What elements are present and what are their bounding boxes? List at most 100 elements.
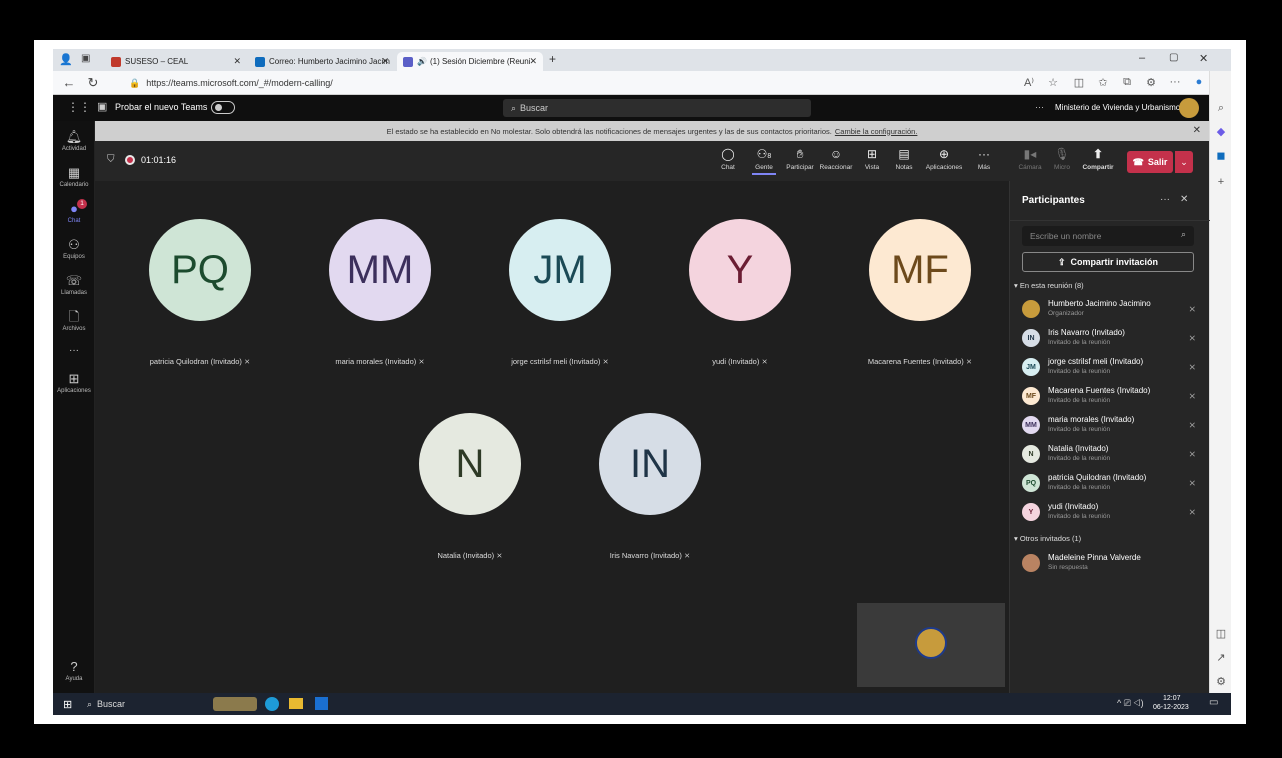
rail-activity[interactable]: 🔔︎ Actividad — [53, 129, 95, 152]
participant-avatar: N — [1022, 445, 1040, 463]
raise-hand-button[interactable]: ✋︎ Participar — [781, 147, 819, 171]
mic-off-icon: ⨯ — [1188, 333, 1196, 343]
chat-badge: 1 — [77, 199, 87, 209]
self-avatar — [915, 627, 947, 659]
close-tab-icon[interactable]: ✕ — [233, 56, 241, 67]
participant-row[interactable]: JM jorge cstrilsf meli (Invitado) Invita… — [1022, 355, 1204, 381]
invited-person-row[interactable]: Madeleine Pinna Valverde Sin respuesta — [1022, 551, 1204, 577]
outlook-taskbar-icon[interactable] — [315, 697, 328, 710]
tab-actions-icon[interactable]: ▣ — [81, 53, 90, 64]
participant-row[interactable]: N Natalia (Invitado) Invitado de la reun… — [1022, 442, 1204, 468]
participant-row[interactable]: MM maria morales (Invitado) Invitado de … — [1022, 413, 1204, 439]
chat-button[interactable]: ◯ Chat — [709, 147, 747, 171]
recording-icon — [125, 155, 135, 165]
split-screen-icon[interactable]: ◫ — [1071, 76, 1087, 89]
widgets-icon[interactable] — [213, 697, 257, 711]
tab-suseso[interactable]: SUSESO – CEAL ✕ — [105, 52, 247, 71]
tray-icons[interactable]: ^ ⎚ ◁) — [1117, 698, 1144, 709]
shopping-icon[interactable]: ◆ — [1214, 125, 1228, 139]
close-notice-icon[interactable]: ✕ — [1193, 125, 1201, 136]
participant-tile[interactable]: Y yudi (Invitado) ⨯ — [670, 219, 810, 366]
close-tab-icon[interactable]: ✕ — [529, 56, 537, 67]
mic-off-icon: ⨯ — [1188, 362, 1196, 372]
rail-files[interactable]: 🗋 Archivos — [53, 309, 95, 332]
share-button[interactable]: ⬆ Compartir — [1079, 147, 1117, 171]
participant-row[interactable]: Y yudi (Invitado) Invitado de la reunión… — [1022, 500, 1204, 526]
react-button[interactable]: ☺ Reaccionar — [817, 147, 855, 171]
favorites-icon[interactable]: ✩ — [1095, 76, 1111, 89]
rail-teams[interactable]: ⚇ Equipos — [53, 237, 95, 260]
profile-icon[interactable]: 👤 — [59, 53, 73, 66]
close-tab-icon[interactable]: ✕ — [381, 56, 389, 67]
refresh-icon[interactable]: ↻ — [85, 75, 101, 91]
extensions-icon[interactable]: ⚙ — [1143, 76, 1159, 89]
file-explorer-icon[interactable] — [289, 698, 303, 709]
url-field[interactable]: 🔒 https://teams.microsoft.com/_#/modern-… — [129, 74, 1009, 92]
tab-outlook[interactable]: Correo: Humberto Jacimino Jacim ✕ — [249, 52, 395, 71]
browser-menu-icon[interactable]: ··· — [1167, 76, 1183, 88]
notifications-icon[interactable]: ▭ — [1209, 697, 1218, 708]
favorite-star-icon[interactable]: ☆ — [1045, 76, 1061, 89]
participant-tile[interactable]: N Natalia (Invitado) ⨯ — [400, 413, 540, 560]
add-icon[interactable]: + — [1214, 175, 1228, 189]
search-icon: ⌕ — [511, 102, 517, 113]
share-invite-button[interactable]: ⇪ Compartir invitación — [1022, 252, 1194, 272]
outlook-icon[interactable]: ◼ — [1214, 149, 1228, 163]
close-window-icon[interactable]: ✕ — [1199, 52, 1208, 65]
participant-row[interactable]: IN Iris Navarro (Invitado) Invitado de l… — [1022, 326, 1204, 352]
windows-start-icon[interactable]: ⊞ — [63, 698, 72, 711]
share-icon: ⬆ — [1092, 147, 1104, 161]
notes-button[interactable]: ▤ Notas — [885, 147, 923, 171]
self-view-tile[interactable] — [857, 603, 1005, 687]
rail-calls[interactable]: ☏ Llamadas — [53, 273, 95, 296]
settings-icon[interactable]: ⚙ — [1214, 675, 1228, 689]
participant-avatar: MM — [329, 219, 431, 321]
others-section-header[interactable]: ▾ Otros invitados (1) — [1014, 534, 1081, 543]
rail-calendar[interactable]: ▦ Calendario — [53, 165, 95, 188]
external-link-icon[interactable]: ↗ — [1214, 651, 1228, 665]
mic-button[interactable]: 🎙︎ Micro — [1043, 147, 1081, 171]
collections-icon[interactable]: ⧉ — [1119, 76, 1135, 89]
participant-tile[interactable]: JM jorge cstrilsf meli (Invitado) ⨯ — [490, 219, 630, 366]
rail-more[interactable]: ··· — [53, 345, 95, 356]
restore-icon[interactable]: ▢ — [1169, 52, 1178, 63]
app-launcher-icon[interactable]: ⋮⋮ — [67, 100, 91, 114]
phone-icon: ☏ — [65, 273, 83, 288]
participant-tile[interactable]: MM maria morales (Invitado) ⨯ — [310, 219, 450, 366]
back-icon[interactable]: ← — [61, 75, 77, 90]
participant-row[interactable]: MF Macarena Fuentes (Invitado) Invitado … — [1022, 384, 1204, 410]
participant-search-input[interactable]: Escribe un nombre ⌕ — [1022, 226, 1194, 246]
apps-button[interactable]: ⊕ Aplicaciones — [925, 147, 963, 171]
teams-search-box[interactable]: ⌕ Buscar — [503, 99, 811, 117]
edge-taskbar-icon[interactable] — [265, 697, 279, 711]
in-meeting-section-header[interactable]: ▾ En esta reunión (8) — [1014, 281, 1084, 290]
user-avatar[interactable] — [1179, 98, 1199, 118]
panel-more-icon[interactable]: ··· — [1160, 194, 1170, 205]
chevron-down-icon: ▾ — [1014, 281, 1018, 290]
participant-tile[interactable]: IN Iris Navarro (Invitado) ⨯ — [580, 413, 720, 560]
search-icon[interactable]: ⌕ — [1214, 101, 1228, 115]
participant-row[interactable]: PQ patricia Quilodran (Invitado) Invitad… — [1022, 471, 1204, 497]
read-aloud-icon[interactable]: A⁾ — [1021, 76, 1037, 89]
participant-tile[interactable]: MF Macarena Fuentes (Invitado) ⨯ — [850, 219, 990, 366]
tab-teams-meeting[interactable]: 🔊 (1) Sesión Diciembre (Reuni ✕ — [397, 52, 543, 71]
participant-avatar: MF — [869, 219, 971, 321]
participant-tile[interactable]: PQ patricia Quilodran (Invitado) ⨯ — [130, 219, 270, 366]
taskbar-search[interactable]: ⌕ Buscar — [81, 695, 191, 713]
teams-more-button[interactable]: ··· — [1035, 102, 1044, 112]
change-settings-link[interactable]: Cambie la configuración. — [835, 127, 918, 136]
copilot-icon[interactable]: ● — [1191, 76, 1207, 88]
rail-apps[interactable]: ⊞ Aplicaciones — [53, 371, 95, 394]
rail-help[interactable]: ? Ayuda — [53, 659, 95, 682]
rail-chat[interactable]: ● 1 Chat — [53, 199, 95, 224]
sidebar-toggle-icon[interactable]: ◫ — [1214, 627, 1228, 641]
people-button[interactable]: ⚇8 Gente — [745, 147, 783, 175]
try-new-teams-toggle[interactable] — [211, 101, 235, 114]
leave-button[interactable]: ☎︎ Salir — [1127, 151, 1173, 173]
more-button[interactable]: ··· Más — [965, 147, 1003, 171]
minimize-icon[interactable]: – — [1139, 52, 1145, 64]
close-panel-icon[interactable]: ✕ — [1180, 194, 1188, 205]
new-tab-icon[interactable]: + — [549, 52, 556, 66]
leave-dropdown[interactable]: ⌄ — [1175, 151, 1193, 173]
participant-row[interactable]: Humberto Jacimino Jacimino Organizador ⨯ — [1022, 297, 1204, 323]
